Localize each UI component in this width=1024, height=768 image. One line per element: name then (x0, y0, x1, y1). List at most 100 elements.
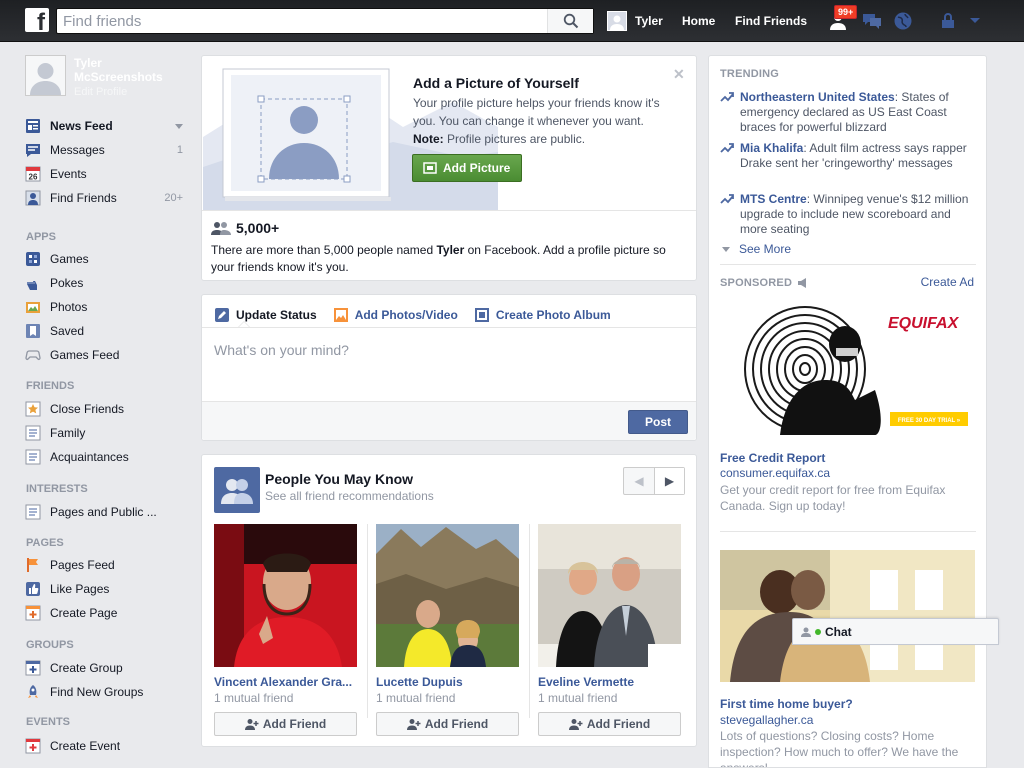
account-menu-button[interactable] (963, 10, 987, 32)
search-box (56, 8, 594, 34)
avatar (607, 11, 627, 31)
profile-link[interactable]: Tyler (607, 11, 663, 31)
tab-add-photos-video[interactable]: Add Photos/Video (333, 303, 458, 327)
sidebar-item-news-feed[interactable]: News Feed (25, 114, 190, 138)
sidebar-groups-section: Create Group Find New Groups (25, 656, 190, 704)
sidebar-item-saved[interactable]: Saved (25, 319, 190, 343)
section-heading-pages[interactable]: PAGES (26, 537, 64, 549)
search-button[interactable] (547, 9, 593, 33)
tab-create-photo-album[interactable]: Create Photo Album (474, 303, 611, 327)
post-button[interactable]: Post (628, 410, 688, 434)
trending-topic[interactable]: Mia Khalifa (740, 141, 803, 155)
poke-hand-icon (27, 281, 37, 290)
see-more-label: See More (739, 242, 792, 256)
add-picture-button-label: Add Picture (443, 161, 511, 175)
sidebar-item-games-feed[interactable]: Games Feed (25, 343, 190, 367)
add-picture-body: Your profile picture helps your friends … (413, 96, 660, 128)
status-input[interactable]: What's on your mind? (214, 342, 349, 358)
sidebar-item-pages-and-public[interactable]: Pages and Public ... (25, 500, 190, 524)
sidebar-item-label: Find Friends (50, 191, 117, 205)
home-link[interactable]: Home (682, 14, 715, 28)
add-friend-button[interactable]: Add Friend (538, 712, 681, 736)
sidebar-item-create-page[interactable]: Create Page (25, 601, 190, 625)
ad-url[interactable]: consumer.equifax.ca (720, 466, 830, 480)
sidebar-item-create-event[interactable]: Create Event (25, 734, 190, 758)
ad-url[interactable]: stevegallagher.ca (720, 713, 813, 727)
trending-topic[interactable]: Northeastern United States (740, 90, 895, 104)
person-photo[interactable] (214, 524, 357, 667)
sidebar-item-messages[interactable]: Messages 1 (25, 138, 190, 162)
see-more-link[interactable]: See More (722, 242, 791, 256)
add-friend-button[interactable]: Add Friend (214, 712, 357, 736)
trending-item[interactable]: Mia Khalifa: Adult film actress says rap… (720, 141, 980, 171)
chat-person-icon (801, 627, 811, 637)
sidebar-item-label: Family (50, 426, 86, 440)
notification-badge: 99+ (834, 5, 858, 19)
messages-button[interactable] (860, 10, 884, 32)
mutual-friends[interactable]: 1 mutual friend (376, 691, 519, 705)
facebook-logo[interactable]: f (25, 8, 49, 32)
next-button[interactable]: ▶ (653, 468, 684, 494)
section-heading-friends[interactable]: FRIENDS (26, 380, 74, 392)
avatar[interactable] (25, 55, 66, 96)
sidebar-item-find-new-groups[interactable]: Find New Groups (25, 680, 190, 704)
sidebar-item-acquaintances[interactable]: Acquaintances (25, 445, 190, 469)
chat-tab[interactable]: Chat (792, 618, 999, 645)
tab-update-status[interactable]: Update Status (214, 303, 317, 327)
ad-title[interactable]: First time home buyer? (720, 697, 853, 711)
sidebar-item-count: 20+ (164, 192, 183, 204)
divider (720, 531, 976, 532)
sidebar-item-pokes[interactable]: Pokes (25, 271, 190, 295)
sidebar-item-family[interactable]: Family (25, 421, 190, 445)
section-heading-groups[interactable]: GROUPS (26, 639, 74, 651)
mutual-friends[interactable]: 1 mutual friend (214, 691, 357, 705)
section-heading-interests[interactable]: INTERESTS (26, 483, 88, 495)
pymk-title[interactable]: People You May Know (265, 471, 413, 487)
section-heading-apps[interactable]: APPS (26, 231, 56, 243)
megaphone-icon (798, 278, 807, 288)
sidebar-item-label: Pokes (50, 276, 84, 290)
sidebar-item-like-pages[interactable]: Like Pages (25, 577, 190, 601)
person-name[interactable]: Vincent Alexander Gra... (214, 675, 357, 689)
edit-profile-link[interactable]: Edit Profile (74, 86, 127, 98)
person-name[interactable]: Eveline Vermette (538, 675, 681, 689)
add-picture-button[interactable]: Add Picture (412, 154, 522, 182)
equifax-ad-image[interactable]: EQUIFAX FREE 30 DAY TRIAL » (720, 304, 975, 435)
trending-item[interactable]: MTS Centre: Winnipeg venue's $12 million… (720, 192, 980, 237)
sidebar-profile[interactable]: Tyler McScreenshots Edit Profile (25, 55, 190, 100)
add-friend-button[interactable]: Add Friend (376, 712, 519, 736)
pymk-person: Lucette Dupuis 1 mutual friend Add Frien… (376, 524, 519, 736)
create-page-plus-icon (25, 605, 41, 621)
games-icon (26, 252, 40, 266)
person-photo[interactable] (538, 524, 681, 667)
trending-arrow-icon (720, 92, 734, 102)
mutual-friends[interactable]: 1 mutual friend (538, 691, 681, 705)
find-friends-link[interactable]: Find Friends (735, 14, 807, 28)
search-input[interactable] (63, 11, 543, 31)
svg-text:26: 26 (29, 173, 38, 182)
notifications-button[interactable] (891, 10, 915, 32)
sidebar-item-events[interactable]: 26 Events (25, 162, 190, 186)
chevron-down-icon[interactable] (175, 123, 183, 129)
sidebar-item-photos[interactable]: Photos (25, 295, 190, 319)
sidebar-item-close-friends[interactable]: Close Friends (25, 397, 190, 421)
messages-icon (26, 144, 40, 157)
previous-button[interactable]: ◀ (624, 468, 654, 494)
person-photo[interactable] (376, 524, 519, 667)
close-icon[interactable]: ✕ (673, 66, 685, 83)
trending-topic[interactable]: MTS Centre (740, 192, 807, 206)
see-all-recommendations-link[interactable]: See all friend recommendations (265, 489, 434, 503)
ad-title[interactable]: Free Credit Report (720, 451, 825, 465)
sidebar-item-games[interactable]: Games (25, 247, 190, 271)
sidebar-item-find-friends[interactable]: Find Friends 20+ (25, 186, 190, 210)
sidebar-profile-name[interactable]: Tyler McScreenshots (74, 56, 190, 84)
person-name[interactable]: Lucette Dupuis (376, 675, 519, 689)
trending-item[interactable]: Northeastern United States: States of em… (720, 90, 980, 135)
add-friend-icon (244, 719, 259, 730)
sidebar-item-pages-feed[interactable]: Pages Feed (25, 553, 190, 577)
privacy-shortcuts-button[interactable] (936, 10, 960, 32)
sidebar-item-create-group[interactable]: Create Group (25, 656, 190, 680)
create-ad-link[interactable]: Create Ad (921, 275, 974, 289)
home-buyer-ad-image[interactable] (720, 550, 975, 682)
section-heading-events[interactable]: EVENTS (26, 716, 70, 728)
